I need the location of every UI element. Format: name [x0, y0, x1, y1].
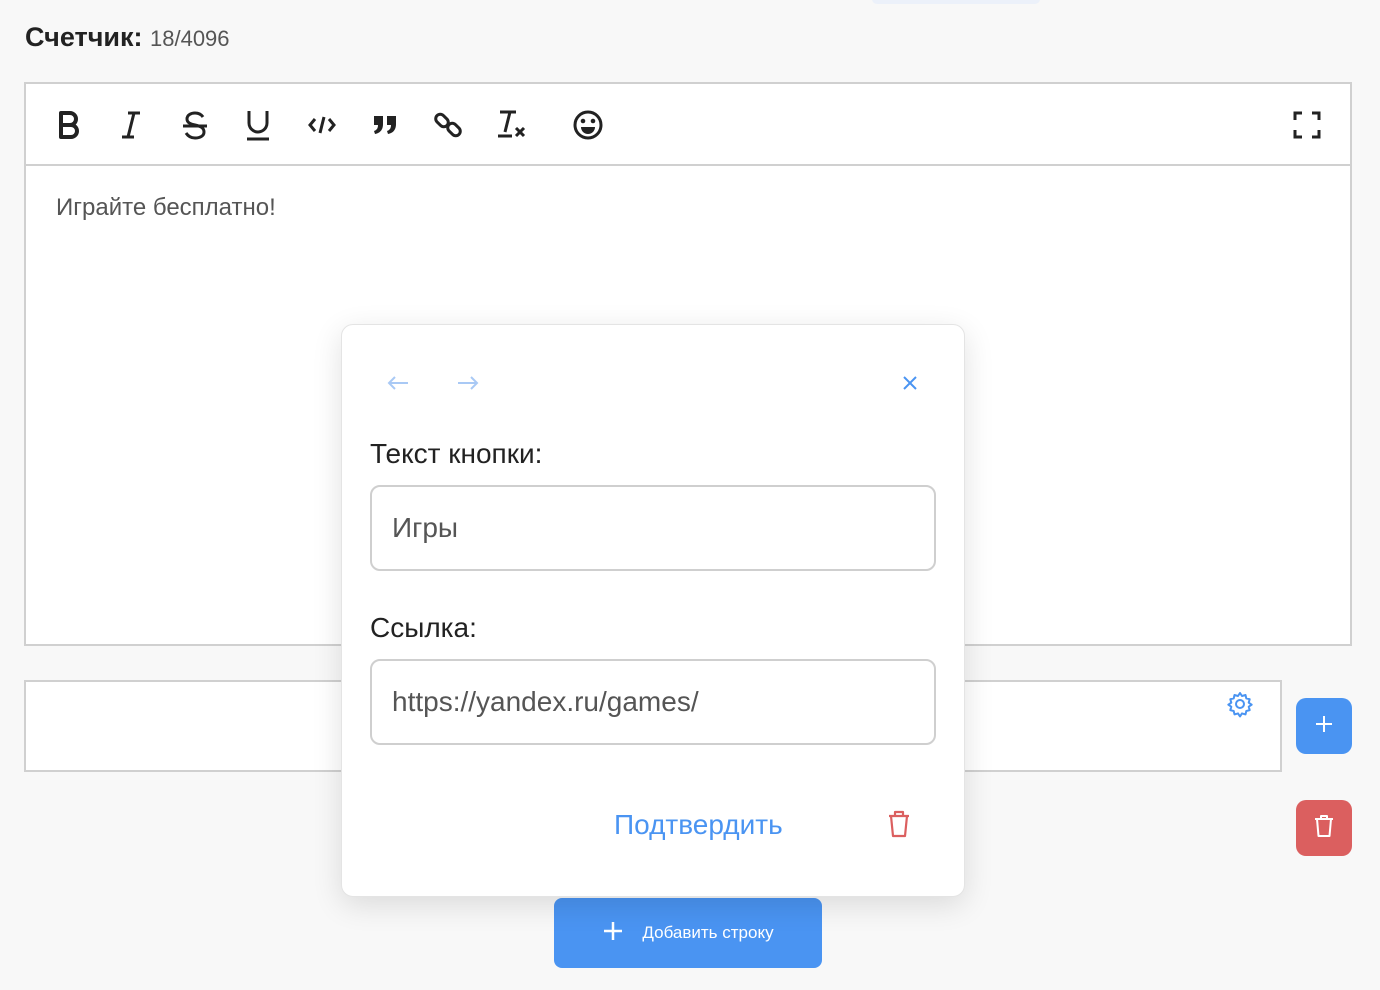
character-counter: Счетчик: 18/4096	[25, 20, 230, 56]
link-icon	[432, 109, 464, 141]
code-button[interactable]	[303, 106, 341, 144]
button-text-input[interactable]	[370, 485, 936, 571]
bold-icon	[56, 110, 82, 140]
editor-toolbar	[26, 84, 1350, 166]
close-icon	[902, 375, 918, 396]
bold-button[interactable]	[50, 106, 88, 144]
trash-icon	[1313, 814, 1335, 843]
arrow-left-icon	[387, 375, 409, 396]
underline-button[interactable]	[239, 106, 277, 144]
clear-format-button[interactable]	[493, 106, 531, 144]
confirm-button[interactable]: Подтвердить	[614, 809, 783, 841]
button-edit-popup: Текст кнопки: Ссылка: Подтвердить	[341, 324, 965, 897]
arrow-right-icon	[457, 375, 479, 396]
code-icon	[307, 114, 337, 136]
italic-icon	[118, 110, 144, 140]
delete-button-button[interactable]	[882, 809, 916, 843]
add-row-label: Добавить строку	[642, 923, 774, 942]
strikethrough-button[interactable]	[176, 106, 214, 144]
next-button[interactable]	[452, 369, 484, 401]
top-accent-decoration	[872, 0, 1040, 4]
add-row-button[interactable]: Добавить строку	[554, 898, 822, 968]
clear-format-icon	[496, 109, 528, 141]
row-settings-button[interactable]	[1226, 690, 1254, 718]
add-button[interactable]	[1296, 698, 1352, 754]
editor-text: Играйте бесплатно!	[56, 194, 276, 221]
counter-label: Счетчик:	[25, 22, 143, 52]
fullscreen-button[interactable]	[1288, 106, 1326, 144]
emoji-icon	[572, 109, 604, 141]
italic-button[interactable]	[112, 106, 150, 144]
counter-value: 18/4096	[150, 26, 230, 51]
underline-icon	[245, 109, 271, 141]
gear-icon	[1226, 692, 1254, 722]
link-label: Ссылка:	[370, 612, 477, 643]
button-text-label: Текст кнопки:	[370, 438, 543, 469]
fullscreen-icon	[1292, 110, 1322, 140]
delete-row-button[interactable]	[1296, 800, 1352, 856]
link-button[interactable]	[429, 106, 467, 144]
plus-icon	[602, 920, 624, 947]
prev-button[interactable]	[382, 369, 414, 401]
quote-icon	[371, 113, 399, 137]
page: Счетчик: 18/4096 Играйте бесплатно! Доба…	[0, 0, 1380, 990]
emoji-button[interactable]	[569, 106, 607, 144]
strikethrough-icon	[181, 110, 209, 140]
plus-icon	[1314, 714, 1334, 739]
trash-icon	[887, 810, 911, 843]
close-button[interactable]	[894, 369, 926, 401]
editor-content-area[interactable]: Играйте бесплатно!	[26, 166, 1350, 250]
quote-button[interactable]	[366, 106, 404, 144]
link-input[interactable]	[370, 659, 936, 745]
